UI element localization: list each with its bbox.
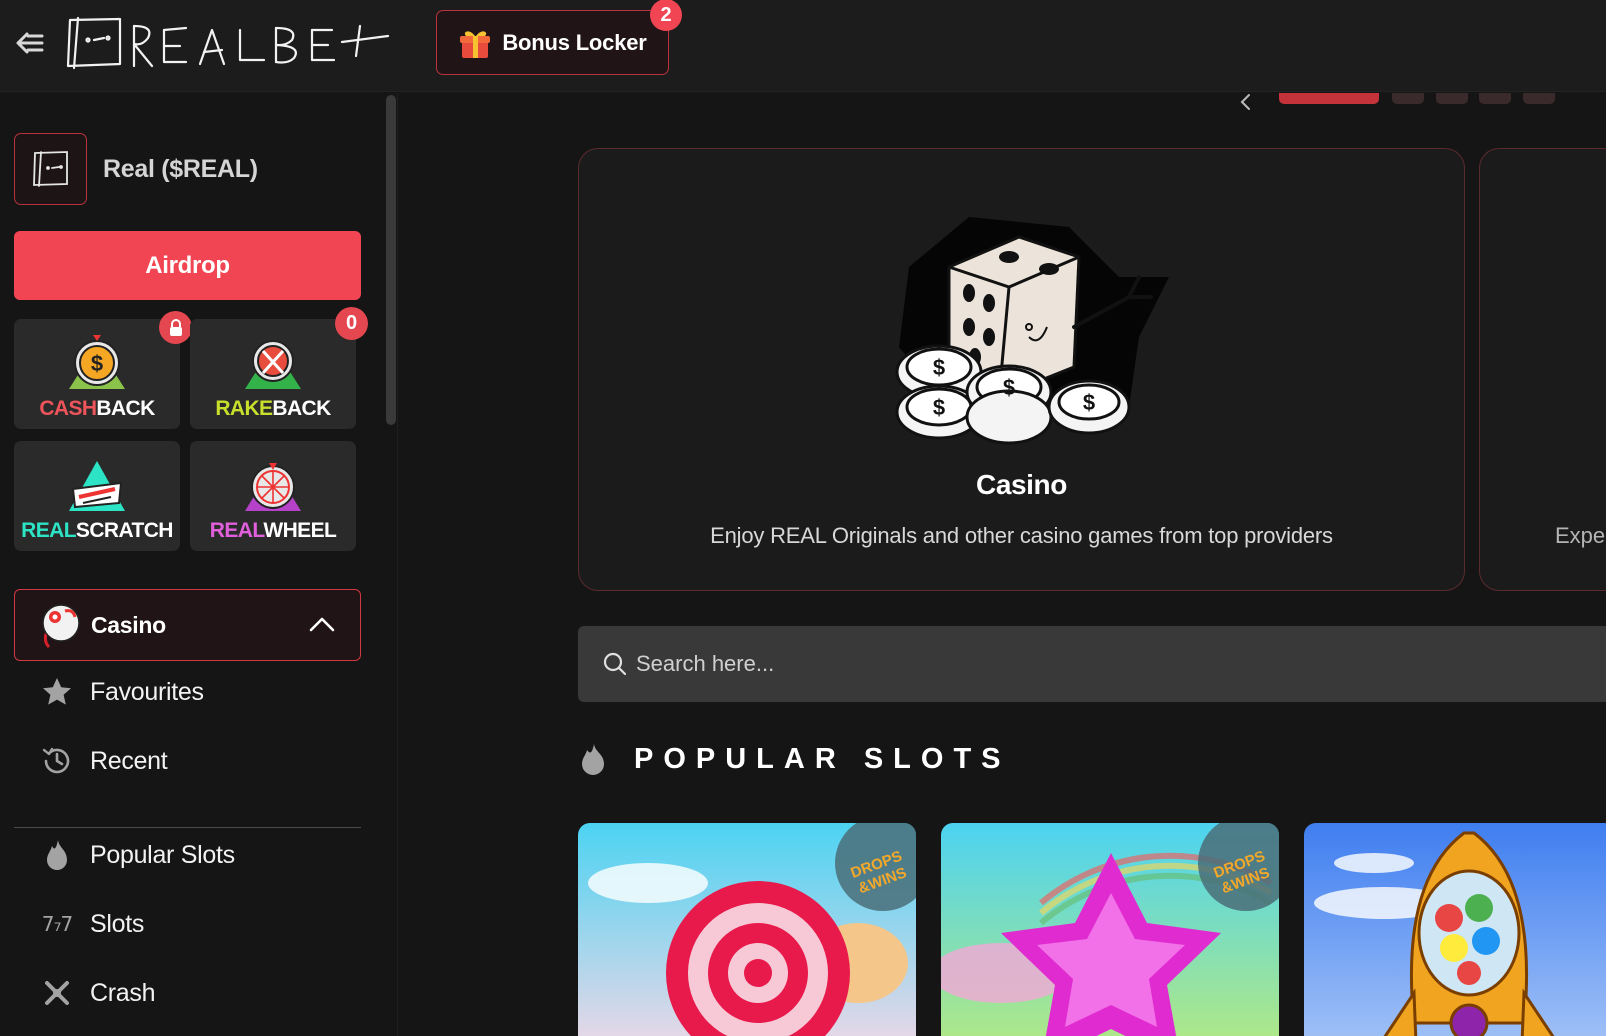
airdrop-button[interactable]: Airdrop — [14, 231, 361, 300]
history-icon — [40, 744, 74, 778]
realwheel-tile[interactable]: REALWHEEL — [190, 441, 356, 551]
next-hero-card[interactable]: Expe — [1479, 148, 1606, 591]
carousel-dot-4[interactable] — [1479, 93, 1511, 104]
search-icon — [603, 652, 627, 676]
svg-text:$: $ — [91, 351, 103, 376]
sidebar: Real ($REAL) Airdrop $ CASHBACK RAKEBACK… — [0, 93, 398, 1036]
realscratch-label: REALSCRATCH — [21, 519, 173, 542]
slot-game-card-2[interactable]: DROPS &WINS — [941, 823, 1279, 1036]
carousel-dot-2[interactable] — [1392, 93, 1424, 104]
sidebar-item-slots[interactable]: 7₇7 Slots — [14, 896, 361, 952]
realscratch-tile[interactable]: REALSCRATCH — [14, 441, 180, 551]
rakeback-badge: 0 — [335, 307, 368, 340]
realwheel-icon — [245, 463, 301, 511]
lollipop-slot-thumbnail: DROPS &WINS — [578, 823, 916, 1036]
sidebar-item-label: Favourites — [90, 677, 204, 706]
dice-and-coins-illustration: $ $ $ $ — [895, 217, 1169, 445]
casino-section-label: Casino — [91, 611, 166, 638]
sidebar-item-popular-slots[interactable]: Popular Slots — [14, 827, 361, 883]
cashback-label: CASHBACK — [39, 397, 155, 420]
sidebar-scrollbar[interactable] — [386, 95, 396, 425]
carousel-dot-5[interactable] — [1523, 93, 1555, 104]
section-title: POPULAR SLOTS — [634, 742, 1011, 775]
star-icon — [40, 675, 74, 709]
token-selector[interactable]: Real ($REAL) — [14, 133, 258, 205]
carousel-dot-3[interactable] — [1436, 93, 1468, 104]
sidebar-item-label: Popular Slots — [90, 840, 235, 869]
bonus-locker-label: Bonus Locker — [502, 29, 647, 55]
sidebar-item-favourites[interactable]: Favourites — [14, 664, 361, 720]
rocket-slot-thumbnail — [1304, 823, 1606, 1036]
flame-icon — [582, 744, 604, 775]
sidebar-item-label: Crash — [90, 978, 156, 1007]
chevron-up-icon — [309, 617, 335, 632]
lock-icon — [159, 311, 192, 344]
token-name: Real ($REAL) — [103, 154, 258, 183]
realbet-logo[interactable] — [64, 16, 390, 72]
popular-slots-heading: POPULAR SLOTS — [578, 739, 1011, 779]
flame-icon — [40, 838, 74, 872]
realwheel-label: REALWHEEL — [209, 519, 337, 542]
hero-description: Enjoy REAL Originals and other casino ga… — [710, 523, 1333, 548]
svg-text:$: $ — [933, 395, 945, 420]
rakeback-icon — [245, 340, 301, 389]
real-token-icon — [14, 133, 87, 205]
search-bar — [578, 626, 1606, 702]
search-input[interactable] — [636, 651, 1436, 677]
casino-section-toggle[interactable]: Casino — [14, 589, 361, 661]
main-content: $ $ $ $ Casino Enjoy REAL Originals and … — [399, 93, 1606, 1036]
svg-text:$: $ — [933, 355, 945, 380]
777-icon: 7₇7 — [41, 912, 73, 936]
slot-game-card-3[interactable] — [1304, 823, 1606, 1036]
sidebar-item-label: Slots — [90, 909, 145, 938]
star-slot-thumbnail: DROPS &WINS — [941, 823, 1279, 1036]
hero-title: Casino — [976, 469, 1067, 500]
gift-icon — [460, 30, 491, 58]
cashback-tile[interactable]: $ CASHBACK — [14, 311, 192, 429]
top-bar: Bonus Locker 2 — [0, 0, 1606, 92]
slot-game-card-1[interactable]: DROPS &WINS — [578, 823, 916, 1036]
svg-text:$: $ — [1083, 390, 1095, 415]
collapse-sidebar-icon[interactable] — [14, 27, 46, 59]
carousel-prev-button[interactable] — [1232, 94, 1258, 110]
casino-hero-card[interactable]: $ $ $ $ Casino Enjoy REAL Originals and … — [578, 148, 1465, 591]
sidebar-item-crash[interactable]: Crash — [14, 965, 361, 1021]
cashback-icon: $ — [69, 335, 125, 389]
rakeback-label: RAKEBACK — [215, 397, 331, 420]
hero-description-partial: Expe — [1555, 523, 1606, 548]
bonus-locker-button[interactable]: Bonus Locker 2 — [436, 0, 682, 75]
casino-chip-icon — [42, 604, 80, 649]
svg-text:$: $ — [1003, 375, 1015, 400]
realscratch-icon — [69, 461, 125, 511]
sidebar-item-recent[interactable]: Recent — [14, 733, 361, 789]
carousel-dot-1[interactable] — [1279, 93, 1379, 104]
bonus-locker-badge: 2 — [650, 0, 682, 31]
crash-icon — [40, 976, 74, 1010]
sidebar-item-label: Recent — [90, 746, 168, 775]
rakeback-tile[interactable]: RAKEBACK 0 — [190, 307, 368, 429]
